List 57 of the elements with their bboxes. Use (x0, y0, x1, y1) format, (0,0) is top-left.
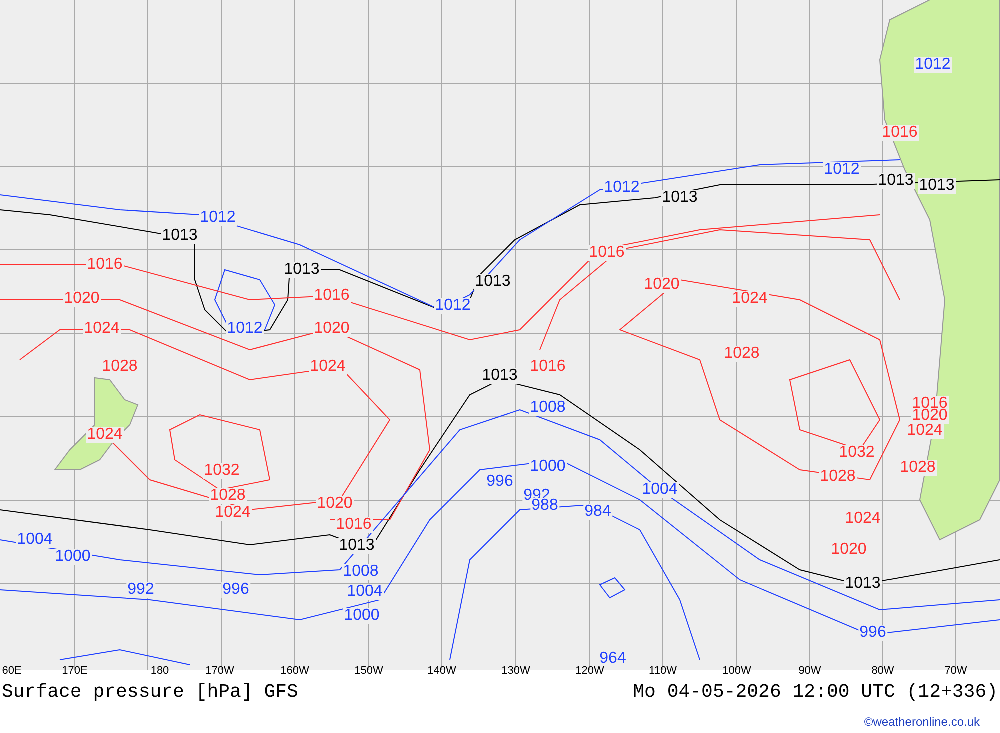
isobar-label: 1016 (313, 288, 351, 304)
isobar-label: 1013 (338, 538, 376, 554)
isobar-label: 1000 (343, 608, 381, 624)
isobar-label: 1013 (661, 190, 699, 206)
longitude-label: 70W (944, 666, 968, 677)
isobar-label: 1024 (731, 291, 769, 307)
isobar-label: 1004 (16, 532, 54, 548)
longitude-label: 90W (798, 666, 822, 677)
longitude-label: 150W (354, 666, 384, 677)
isobar-label: 1013 (161, 228, 199, 244)
isobar-label: 1016 (335, 517, 373, 533)
longitude-label: 120W (576, 666, 604, 677)
isobar-label: 1032 (203, 463, 241, 479)
isobar-label: 996 (222, 582, 250, 598)
longitude-label: 170W (206, 666, 234, 677)
longitude-label: 60E (2, 666, 22, 677)
isobar-label: 1024 (83, 321, 121, 337)
isobar-label: 1024 (214, 505, 252, 521)
isobar-label: 1024 (906, 423, 944, 439)
isobar-label: 1000 (54, 549, 92, 565)
isobar-label: 1016 (881, 125, 919, 141)
isobar-label: 1004 (641, 482, 679, 498)
isobar-label: 996 (858, 625, 888, 641)
longitude-label: 170E (62, 666, 88, 677)
isobar-label: 1016 (588, 245, 626, 261)
isobar-label: 1012 (199, 210, 237, 226)
isobar-label: 1013 (481, 368, 519, 384)
isobar-label: 1004 (346, 584, 384, 600)
valid-time: Mo 04-05-2026 12:00 UTC (12+336) (633, 680, 998, 705)
isobar-label: 1012 (914, 57, 952, 73)
isobar-label: 984 (584, 504, 612, 520)
isobar-label: 1028 (723, 346, 761, 362)
longitude-label: 160W (280, 666, 310, 677)
copyright-link[interactable]: ©weatheronline.co.uk (864, 712, 980, 730)
isobar-label: 1028 (209, 488, 247, 504)
isobar-label: 1012 (434, 298, 472, 314)
isobar-label: 992 (126, 582, 156, 598)
isobar-label: 1013 (877, 173, 915, 189)
isobar-label: 1012 (226, 321, 264, 337)
isobar-label: 1008 (529, 400, 567, 416)
isobar-label: 1020 (313, 321, 351, 337)
longitude-label: 100W (722, 666, 752, 677)
isobar-label: 1020 (643, 277, 681, 293)
isobar-label: 1024 (309, 359, 347, 375)
isobar-label: 1013 (474, 274, 512, 290)
longitude-label: 80W (872, 666, 894, 677)
isobar-label: 1020 (63, 291, 101, 307)
isobar-label: 1028 (899, 460, 937, 476)
isobar-label: 1024 (86, 427, 124, 443)
isobar-label: 1013 (918, 178, 956, 194)
longitude-label: 180 (150, 666, 170, 677)
isobar-label: 1008 (342, 564, 380, 580)
isobar-label: 1013 (283, 262, 321, 278)
map-title: Surface pressure [hPa] GFS (2, 680, 298, 705)
longitude-label: 110W (649, 666, 677, 677)
longitude-label: 140W (428, 666, 456, 677)
longitude-label: 130W (502, 666, 530, 677)
